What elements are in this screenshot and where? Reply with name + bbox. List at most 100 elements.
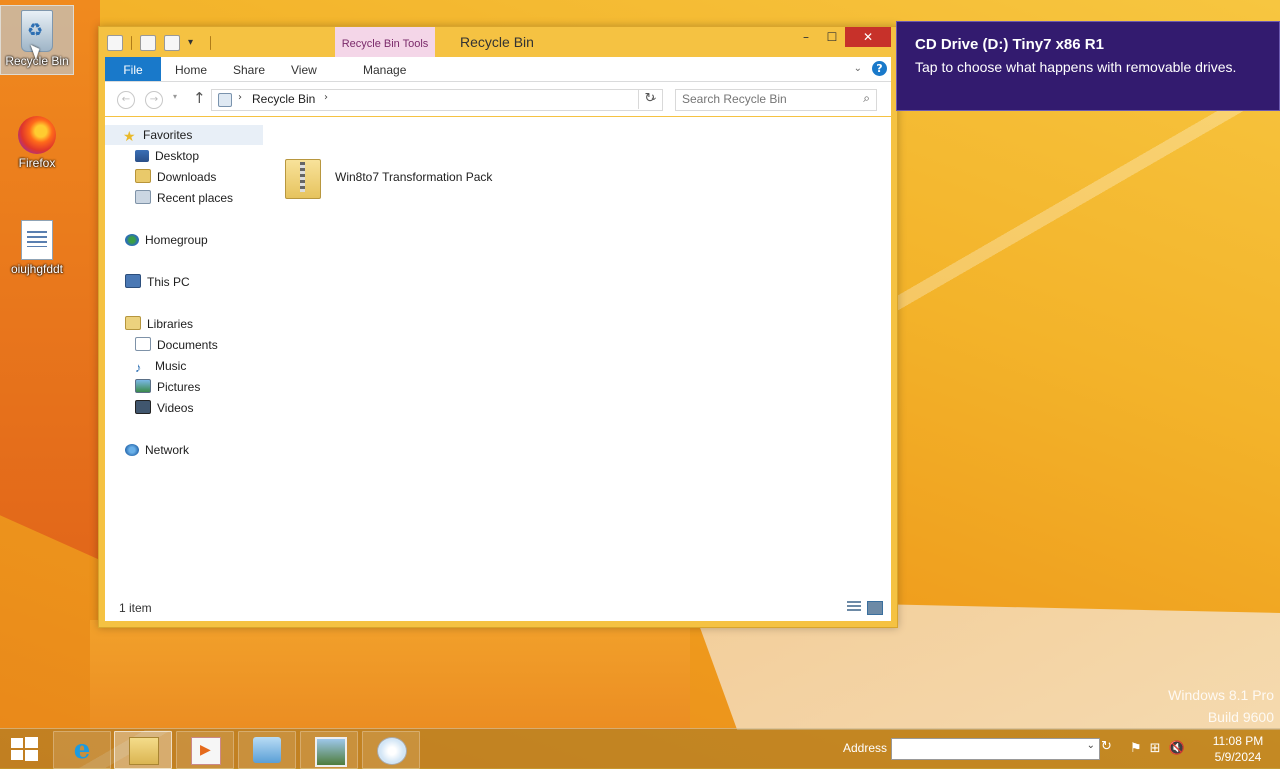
watermark-build: Build 9600: [1207, 709, 1274, 725]
nav-item-libraries[interactable]: Libraries: [125, 314, 193, 334]
nav-item-label: Homegroup: [145, 233, 208, 247]
documents-icon: [135, 337, 151, 351]
zip-folder-icon: [285, 159, 321, 199]
nav-item-label: Downloads: [157, 170, 217, 184]
photo-viewer-icon: [315, 737, 347, 767]
forward-button[interactable]: →: [145, 91, 163, 109]
back-button[interactable]: ←: [117, 91, 135, 109]
title-bar[interactable]: ▾ Recycle Bin Tools Recycle Bin – ☐ ✕: [99, 27, 897, 57]
desktop-icon-label: oiujhgfddt: [10, 262, 64, 276]
taskbar: e Address ⌄ ↻ ⚑ ⊞ 🔇 11:08 PM 5/9/2024: [0, 728, 1280, 769]
breadcrumb-recycle-bin[interactable]: Recycle Bin: [252, 92, 315, 106]
address-bar[interactable]: › Recycle Bin › ⌄: [211, 89, 663, 111]
desktop-icon: [135, 150, 149, 162]
nav-item-label: Network: [145, 443, 190, 457]
nav-item-label: Favorites: [143, 128, 193, 142]
paint-icon: [377, 737, 407, 765]
desktop-icon-recycle-bin[interactable]: Recycle Bin: [0, 5, 74, 75]
window-title: Recycle Bin: [460, 34, 534, 50]
taskbar-file-explorer[interactable]: [114, 731, 172, 769]
taskbar-paint[interactable]: [362, 731, 420, 769]
nav-item-label: Documents: [157, 338, 218, 352]
homegroup-icon: [125, 234, 139, 246]
list-item[interactable]: Win8to7 Transformation Pack: [279, 153, 579, 203]
notification-title: CD Drive (D:) Tiny7 x86 R1: [915, 36, 1104, 53]
tab-home[interactable]: Home: [175, 57, 207, 81]
recent-locations-icon[interactable]: ▾: [173, 92, 177, 101]
clock-date: 5/9/2024: [1214, 750, 1262, 764]
maximize-button[interactable]: ☐: [821, 27, 843, 47]
autoplay-notification[interactable]: CD Drive (D:) Tiny7 x86 R1 Tap to choose…: [896, 21, 1280, 111]
nav-item-label: Libraries: [147, 317, 194, 331]
action-center-flag-icon[interactable]: ⚑: [1130, 741, 1142, 756]
nav-item-pictures[interactable]: Pictures: [135, 377, 200, 397]
nav-item-recent-places[interactable]: Recent places: [135, 188, 233, 208]
desktop-icon-firefox[interactable]: Firefox: [1, 112, 73, 170]
clock[interactable]: 11:08 PM 5/9/2024: [1210, 733, 1266, 765]
tab-manage[interactable]: Manage: [363, 57, 406, 81]
start-logo-pane: [25, 737, 38, 748]
status-bar: 1 item: [105, 595, 891, 621]
nav-item-homegroup[interactable]: Homegroup: [125, 230, 208, 250]
large-icons-view-icon[interactable]: [867, 601, 883, 615]
ribbon-right: ⌄ ?: [854, 61, 887, 76]
nav-item-label: Videos: [157, 401, 194, 415]
nav-item-label: Desktop: [155, 149, 200, 163]
start-button[interactable]: [10, 737, 38, 761]
taskbar-media-player[interactable]: [176, 731, 234, 769]
taskbar-internet-explorer[interactable]: e: [53, 731, 111, 769]
navigation-bar: ← → ▾ ↑ › Recycle Bin › ⌄ ↻ ⌕: [105, 82, 891, 116]
minimize-button[interactable]: –: [795, 27, 817, 47]
network-icon: [125, 444, 139, 456]
tab-file[interactable]: File: [105, 57, 161, 81]
nav-item-favorites[interactable]: ★ Favorites: [105, 125, 263, 145]
wallpaper-shape-bottom: [90, 620, 690, 730]
nav-item-network[interactable]: Network: [125, 440, 189, 460]
address-toolbar-label: Address: [843, 741, 888, 755]
notification-body: Tap to choose what happens with removabl…: [915, 59, 1237, 75]
tab-view[interactable]: View: [291, 57, 317, 81]
nav-item-label: Music: [155, 359, 187, 373]
search-input[interactable]: [676, 90, 858, 108]
taskbar-app[interactable]: [238, 731, 296, 769]
watermark-edition: Windows 8.1 Pro: [1168, 687, 1274, 703]
file-name: Win8to7 Transformation Pack: [335, 170, 493, 184]
volume-muted-icon[interactable]: 🔇: [1169, 741, 1185, 756]
nav-item-desktop[interactable]: Desktop: [135, 146, 199, 166]
nav-item-label: Pictures: [157, 380, 201, 394]
item-count: 1 item: [119, 601, 152, 615]
breadcrumb-chevron-icon[interactable]: ›: [238, 92, 242, 103]
search-icon[interactable]: ⌕: [863, 91, 870, 106]
music-icon: ♪: [135, 360, 142, 375]
windows-watermark: Windows 8.1 Pro Build 9600: [1168, 684, 1274, 728]
taskbar-refresh-icon[interactable]: ↻: [1101, 739, 1112, 754]
address-dropdown-icon[interactable]: ⌄: [1087, 740, 1095, 751]
nav-item-this-pc[interactable]: This PC: [125, 272, 190, 292]
up-button[interactable]: ↑: [193, 89, 206, 107]
details-view-icon[interactable]: [847, 601, 861, 613]
taskbar-photo-viewer[interactable]: [300, 731, 358, 769]
close-button[interactable]: ✕: [845, 27, 891, 47]
desktop-icon-label: Firefox: [18, 156, 56, 170]
nav-item-documents[interactable]: Documents: [135, 335, 218, 355]
clock-time: 11:08 PM: [1212, 734, 1264, 748]
internet-explorer-icon: e: [73, 735, 91, 765]
system-tray: ⚑ ⊞ 🔇: [1130, 741, 1185, 756]
nav-item-downloads[interactable]: Downloads: [135, 167, 216, 187]
app-icon: [253, 737, 281, 763]
taskbar-address-input[interactable]: [892, 739, 1080, 757]
window-title-wrap: Recycle Bin: [99, 34, 897, 50]
nav-item-music[interactable]: ♪ Music: [135, 356, 186, 376]
desktop-icon-document[interactable]: oiujhgfddt: [1, 216, 73, 276]
network-icon[interactable]: ⊞: [1150, 741, 1161, 756]
expand-ribbon-icon[interactable]: ⌄: [854, 63, 862, 74]
nav-item-videos[interactable]: Videos: [135, 398, 193, 418]
tab-share[interactable]: Share: [233, 57, 265, 81]
ribbon-tabs: File Home Share View Manage ⌄ ?: [105, 57, 891, 82]
videos-icon: [135, 400, 151, 414]
firefox-icon: [18, 116, 56, 154]
breadcrumb-chevron-icon[interactable]: ›: [324, 92, 328, 103]
help-icon[interactable]: ?: [872, 61, 887, 76]
star-icon: ★: [123, 128, 136, 144]
refresh-button[interactable]: ↻: [638, 89, 661, 109]
